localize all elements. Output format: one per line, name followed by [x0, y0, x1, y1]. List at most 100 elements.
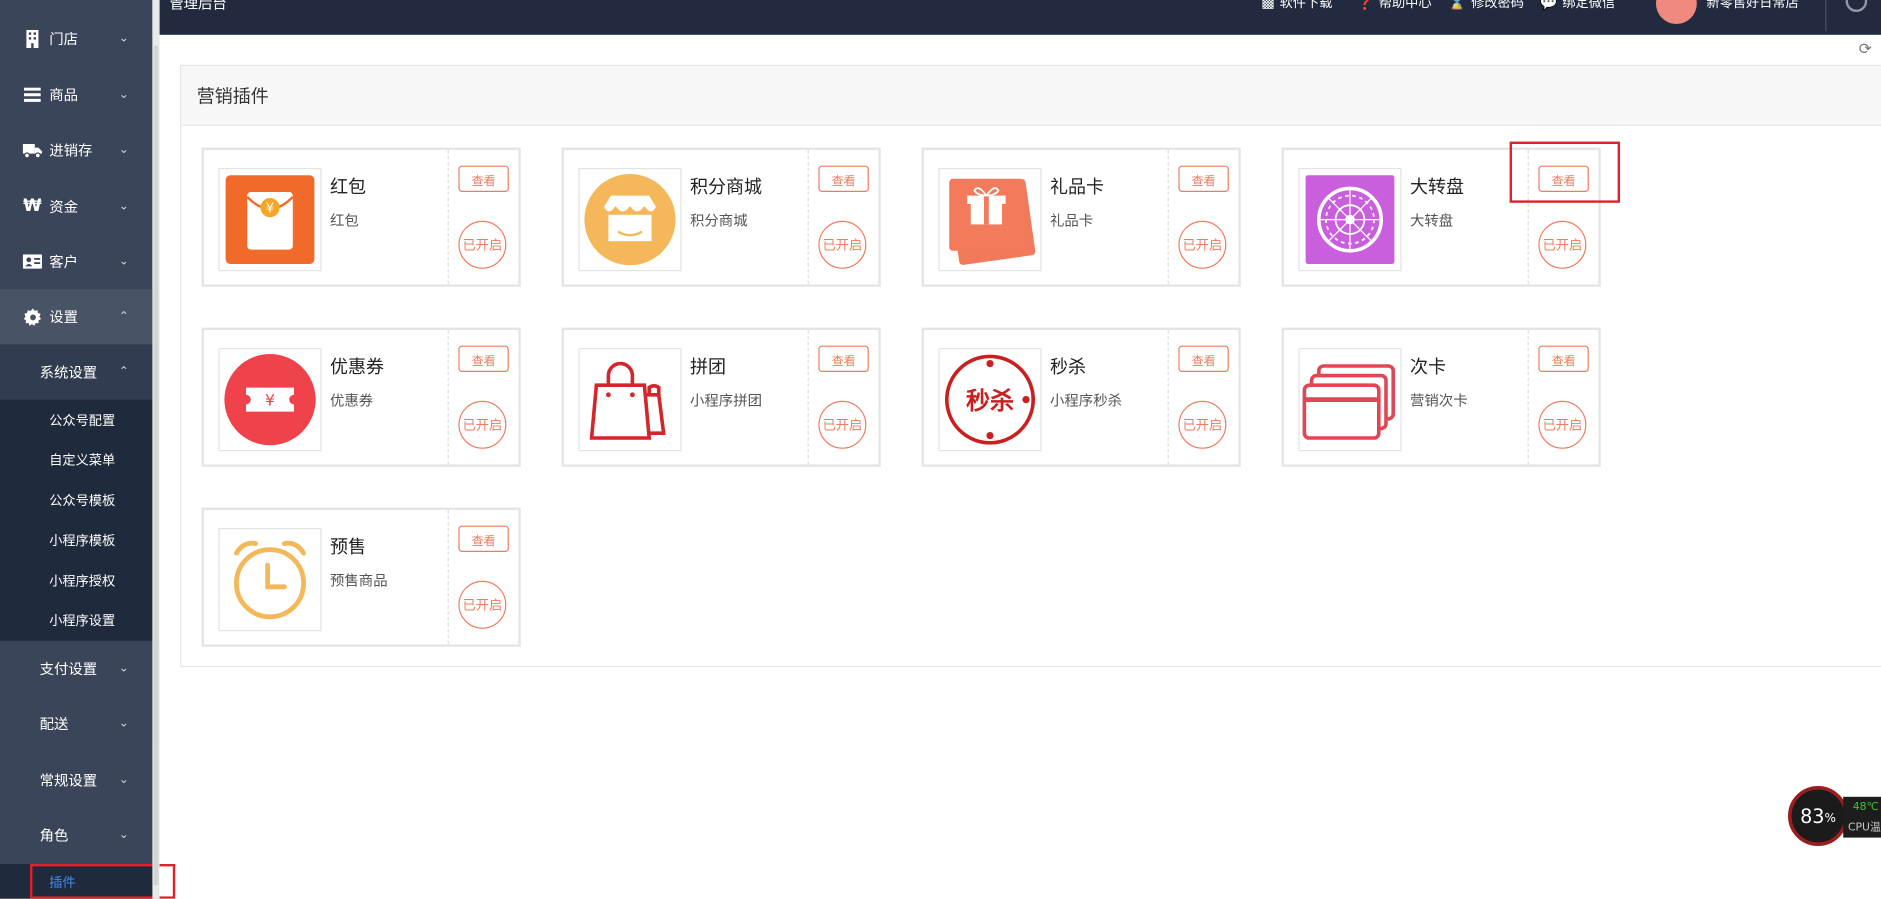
divider	[807, 150, 809, 285]
avatar[interactable]	[1656, 0, 1697, 25]
sidebar-item-payment[interactable]: 支付设置 ⌄	[0, 640, 153, 696]
plugin-desc: 优惠券	[330, 392, 374, 410]
chevron-down-icon: ⌄	[118, 199, 129, 214]
building-icon	[23, 29, 42, 48]
sidebar-item-settings[interactable]: 设置 ⌃	[0, 289, 153, 345]
sidebar-item-inventory[interactable]: 进销存 ⌄	[0, 122, 152, 177]
plugin-desc: 红包	[330, 212, 359, 230]
red-packet-icon: ¥	[218, 168, 322, 272]
status-badge: 已开启	[818, 400, 867, 449]
power-icon[interactable]	[1845, 0, 1868, 12]
change-password-link[interactable]: ⌛ 修改密码	[1448, 0, 1524, 12]
app-root: 门店 ⌄ 商品 ⌄ 进销存 ⌄ ₩ 资金 ⌄ 客户 ⌄ 设置 ⌃ 系统设置 ⌃ …	[0, 0, 1881, 899]
view-button[interactable]: 查看	[1178, 165, 1229, 192]
plugin-card-red-packet: ¥ 红包 红包 查看 已开启	[201, 147, 521, 287]
plugin-desc: 预售商品	[330, 572, 388, 590]
plugin-desc: 小程序拼团	[690, 392, 763, 410]
sidebar-item-label: 公众号配置	[49, 412, 116, 428]
sidebar-item-goods[interactable]: 商品 ⌄	[0, 67, 152, 122]
won-icon: ₩	[23, 196, 42, 217]
thermometer-icon: ⌛	[1448, 0, 1467, 11]
sidebar-item-mp-template[interactable]: 小程序模板	[0, 520, 152, 560]
plugin-name: 拼团	[690, 356, 727, 378]
plugin-card-times-card: 次卡 营销次卡 查看 已开启	[1281, 327, 1601, 467]
view-button[interactable]: 查看	[458, 165, 509, 192]
plugin-card-seckill: 秒杀 秒杀 小程序秒杀 查看 已开启	[921, 327, 1241, 467]
store-name[interactable]: 新零售好日常店	[1706, 0, 1798, 12]
sidebar: 门店 ⌄ 商品 ⌄ 进销存 ⌄ ₩ 资金 ⌄ 客户 ⌄ 设置 ⌃ 系统设置 ⌃ …	[0, 0, 153, 899]
sidebar-item-delivery[interactable]: 配送 ⌄	[0, 696, 153, 752]
divider	[1167, 330, 1169, 465]
plugin-card-gift-card: 礼品卡 礼品卡 查看 已开启	[921, 147, 1241, 287]
link-label: 帮助中心	[1378, 0, 1432, 11]
sidebar-item-label: 支付设置	[39, 660, 98, 678]
svg-text:¥: ¥	[265, 392, 275, 410]
divider	[447, 510, 449, 645]
top-bar: 管理后台 ▩ 软件下载 ❓ 帮助中心 ⌛ 修改密码 💬 绑定微信 新零售好日常店	[159, 0, 1881, 35]
status-badge: 已开启	[458, 580, 507, 629]
sidebar-item-funds[interactable]: ₩ 资金 ⌄	[0, 179, 152, 234]
view-button[interactable]: 查看	[1178, 345, 1229, 372]
view-button[interactable]: 查看	[458, 525, 509, 552]
chevron-down-icon: ⌄	[118, 143, 129, 157]
cpu-temp-label: CPU温	[1848, 822, 1881, 835]
sidebar-item-label: 自定义菜单	[49, 451, 116, 468]
system-settings-submenu: 公众号配置 自定义菜单 公众号模板 小程序模板 小程序授权 小程序设置	[0, 399, 153, 641]
sidebar-item-system-settings[interactable]: 系统设置 ⌃	[0, 344, 153, 400]
view-button[interactable]: 查看	[458, 345, 509, 372]
sidebar-item-customer[interactable]: 客户 ⌄	[0, 234, 152, 289]
plugin-card-points-mall: 积分商城 积分商城 查看 已开启	[561, 147, 881, 287]
sidebar-item-plugins[interactable]: 插件	[0, 864, 153, 899]
status-badge: 已开启	[458, 400, 507, 449]
refresh-icon[interactable]: ⟳	[1859, 41, 1872, 59]
sidebar-item-oa-config[interactable]: 公众号配置	[0, 400, 152, 440]
chevron-down-icon: ⌄	[118, 661, 129, 675]
sidebar-item-mp-auth[interactable]: 小程序授权	[0, 560, 152, 600]
chevron-down-icon: ⌄	[118, 773, 129, 787]
plugin-name: 红包	[330, 176, 367, 199]
cpu-usage-widget[interactable]: 83%	[1788, 786, 1849, 847]
sidebar-item-mp-settings[interactable]: 小程序设置	[0, 600, 152, 640]
sidebar-item-label: 小程序模板	[49, 532, 116, 548]
sidebar-item-label: 系统设置	[39, 364, 98, 381]
view-button[interactable]: 查看	[818, 165, 869, 192]
sidebar-scrollbar[interactable]	[152, 0, 160, 899]
chat-icon: 💬	[1539, 0, 1558, 11]
plugin-name: 秒杀	[1050, 356, 1087, 378]
sidebar-item-general[interactable]: 常规设置 ⌄	[0, 752, 153, 808]
truck-icon	[22, 140, 42, 159]
plugin-name: 次卡	[1410, 356, 1447, 378]
sidebar-item-label: 门店	[49, 30, 79, 48]
link-label: 软件下载	[1279, 0, 1333, 11]
sidebar-item-label: 小程序设置	[49, 612, 116, 629]
sidebar-item-custom-menu[interactable]: 自定义菜单	[0, 439, 152, 479]
plugin-desc: 营销次卡	[1410, 392, 1468, 410]
divider	[447, 150, 449, 285]
panel-title: 营销插件	[196, 85, 269, 107]
link-label: 绑定微信	[1562, 0, 1616, 11]
plugin-name: 优惠券	[330, 356, 385, 378]
id-card-icon	[22, 252, 42, 271]
app-title: 管理后台	[169, 0, 227, 12]
sidebar-item-oa-template[interactable]: 公众号模板	[0, 480, 152, 520]
bind-wechat-link[interactable]: 💬 绑定微信	[1540, 0, 1616, 12]
sidebar-item-role[interactable]: 角色 ⌄	[0, 807, 153, 863]
status-badge: 已开启	[1538, 220, 1587, 269]
sidebar-item-label: 资金	[49, 198, 79, 216]
plugin-name: 礼品卡	[1050, 176, 1105, 199]
sidebar-item-label: 客户	[49, 253, 79, 271]
view-button[interactable]: 查看	[1538, 345, 1589, 372]
question-icon: ❓	[1356, 0, 1374, 11]
sidebar-item-store[interactable]: 门店 ⌄	[0, 11, 152, 66]
status-badge: 已开启	[1538, 400, 1587, 449]
help-link[interactable]: ❓ 帮助中心	[1356, 0, 1432, 12]
download-link[interactable]: ▩ 软件下载	[1261, 0, 1332, 12]
view-button[interactable]: 查看	[818, 345, 869, 372]
scrollbar-thumb[interactable]	[153, 45, 159, 886]
plugin-name: 预售	[330, 536, 367, 558]
view-button[interactable]: 查看	[1538, 165, 1589, 192]
status-badge: 已开启	[458, 220, 507, 269]
plugin-card-wheel: 大转盘 大转盘 查看 已开启	[1281, 147, 1601, 287]
shopping-bag-icon	[578, 348, 682, 452]
plugin-card-presale: 预售 预售商品 查看 已开启	[201, 507, 521, 647]
